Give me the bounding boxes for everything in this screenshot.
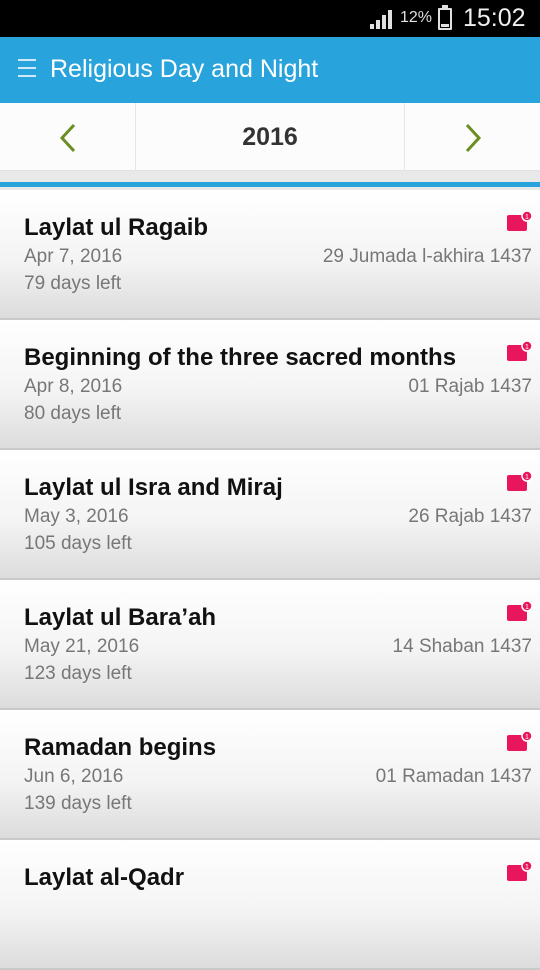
event-name: Beginning of the three sacred months: [24, 344, 457, 371]
event-hijri-date: 26 Rajab 1437: [408, 506, 532, 527]
event-date: May 3, 2016: [24, 506, 129, 527]
event-hijri-date: 14 Shaban 1437: [392, 636, 532, 657]
svg-text:1: 1: [525, 864, 529, 871]
page-title: Religious Day and Night: [50, 55, 319, 83]
chevron-left-icon: [59, 123, 76, 153]
year-label: 2016: [135, 103, 405, 171]
event-card[interactable]: Laylat ul Bara’ah May 21, 2016 123 days …: [0, 580, 540, 710]
accent-divider: [0, 182, 540, 187]
event-days-left: 123 days left: [24, 663, 132, 684]
notification-icon[interactable]: 1: [506, 340, 532, 366]
chevron-right-icon: [465, 123, 482, 153]
event-days-left: 139 days left: [24, 793, 132, 814]
event-days-left: 79 days left: [24, 273, 122, 294]
svg-text:1: 1: [525, 474, 529, 481]
event-name: Laylat ul Ragaib: [24, 214, 209, 241]
event-date: Apr 8, 2016: [24, 376, 123, 397]
next-year-button[interactable]: [405, 103, 540, 171]
event-card[interactable]: Laylat al-Qadr 1: [0, 840, 540, 970]
notification-icon[interactable]: 1: [506, 600, 532, 626]
signal-icon: [370, 10, 392, 29]
event-days-left: 80 days left: [24, 403, 122, 424]
notification-icon[interactable]: 1: [506, 860, 532, 886]
battery-percent: 12%: [400, 9, 433, 26]
event-hijri-date: 01 Rajab 1437: [408, 376, 532, 397]
year-navigator: 2016: [0, 103, 540, 171]
notification-icon[interactable]: 1: [506, 730, 532, 756]
event-card[interactable]: Ramadan begins Jun 6, 2016 139 days left…: [0, 710, 540, 840]
event-name: Laylat ul Isra and Miraj: [24, 474, 283, 501]
status-clock: 15:02: [463, 4, 526, 32]
battery-icon: [438, 5, 452, 30]
notification-icon[interactable]: 1: [506, 470, 532, 496]
event-date: Jun 6, 2016: [24, 766, 124, 787]
previous-year-button[interactable]: [0, 103, 135, 171]
event-card[interactable]: Laylat ul Isra and Miraj May 3, 2016 105…: [0, 450, 540, 580]
svg-text:1: 1: [525, 344, 529, 351]
notification-icon[interactable]: 1: [506, 210, 532, 236]
event-name: Laylat ul Bara’ah: [24, 604, 217, 631]
app-bar: Religious Day and Night: [0, 37, 540, 103]
event-hijri-date: 29 Jumada l-akhira 1437: [322, 246, 532, 267]
event-list: Laylat ul Ragaib Apr 7, 2016 79 days lef…: [0, 190, 540, 970]
event-card[interactable]: Beginning of the three sacred months Apr…: [0, 320, 540, 450]
svg-text:1: 1: [525, 214, 529, 221]
event-days-left: 105 days left: [24, 533, 132, 554]
status-bar: 12% 15:02: [0, 0, 540, 37]
svg-text:1: 1: [525, 604, 529, 611]
event-name: Laylat al-Qadr: [24, 864, 185, 891]
event-name: Ramadan begins: [24, 734, 217, 761]
event-date: May 21, 2016: [24, 636, 140, 657]
svg-text:1: 1: [525, 734, 529, 741]
menu-icon[interactable]: [18, 59, 36, 79]
event-date: Apr 7, 2016: [24, 246, 123, 267]
event-hijri-date: 01 Ramadan 1437: [375, 766, 532, 787]
event-card[interactable]: Laylat ul Ragaib Apr 7, 2016 79 days lef…: [0, 190, 540, 320]
